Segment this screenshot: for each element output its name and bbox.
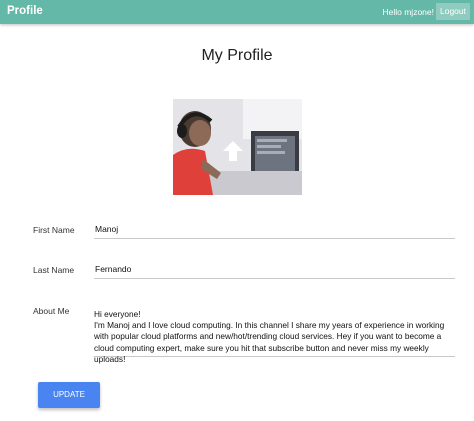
top-navbar: Profile Hello mjzone! Logout xyxy=(0,0,474,24)
update-button[interactable]: UPDATE xyxy=(38,382,100,408)
page-title: My Profile xyxy=(201,47,273,64)
about-me-label: About Me xyxy=(33,306,70,316)
last-name-label: Last Name xyxy=(33,265,75,275)
last-name-value: Fernando xyxy=(95,264,132,274)
profile-photo-image xyxy=(173,99,302,195)
first-name-field[interactable]: Manoj xyxy=(94,220,455,239)
first-name-value: Manoj xyxy=(95,224,119,234)
logout-button[interactable]: Logout xyxy=(436,3,470,20)
user-greeting: Hello mjzone! xyxy=(382,7,435,17)
about-me-field[interactable]: Hi everyone! I'm Manoj and I love cloud … xyxy=(94,309,455,364)
last-name-field[interactable]: Fernando xyxy=(94,260,455,279)
profile-photo xyxy=(173,99,302,195)
first-name-label: First Name xyxy=(33,225,75,235)
app-brand[interactable]: Profile xyxy=(7,5,43,17)
